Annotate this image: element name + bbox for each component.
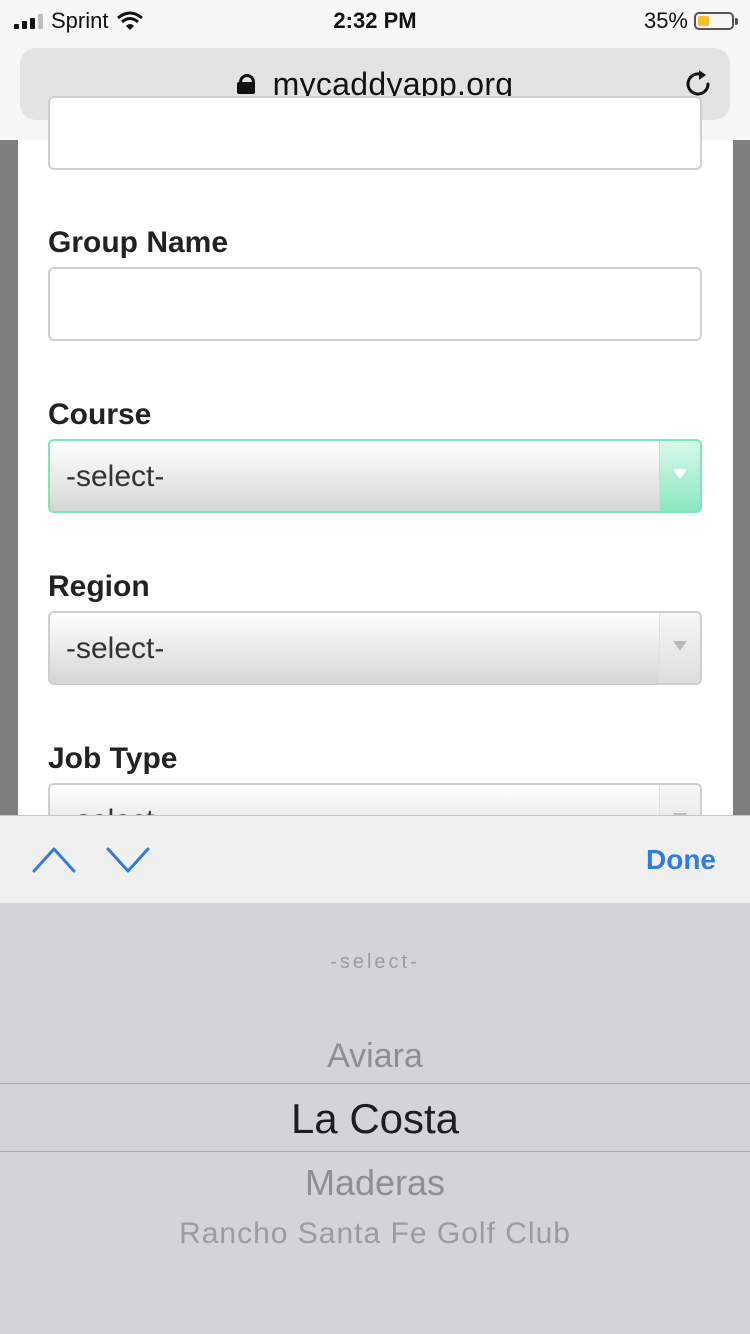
chevron-down-icon [673, 469, 687, 479]
previous-text-field[interactable] [48, 96, 702, 170]
picker-option[interactable]: Aviara [0, 1037, 750, 1076]
course-select-value: -select- [66, 460, 165, 493]
job-type-label: Job Type [48, 742, 178, 775]
group-name-label: Group Name [48, 226, 229, 259]
picker-option-selected[interactable]: La Costa [0, 1095, 750, 1143]
group-name-input[interactable] [48, 267, 702, 341]
status-bar: Sprint 2:32 PM 35% [0, 0, 750, 40]
course-label: Course [48, 398, 152, 431]
done-button[interactable]: Done [646, 844, 716, 876]
region-select[interactable]: -select- [48, 611, 702, 685]
battery-percent: 35% [643, 8, 688, 33]
picker-option[interactable]: -select- [0, 951, 750, 974]
battery-icon [694, 12, 738, 30]
region-dropdown-arrow [659, 613, 700, 683]
region-label: Region [48, 570, 150, 603]
chevron-down-icon [673, 641, 687, 651]
course-dropdown-arrow [659, 441, 700, 511]
battery-group: 35% [643, 8, 738, 34]
lock-icon [236, 74, 255, 94]
battery-fill [698, 16, 709, 26]
form-page: Group Name Course -select- Region -selec… [18, 96, 733, 857]
keyboard-accessory-bar: Done [0, 815, 750, 903]
picker-option[interactable]: Maderas [0, 1162, 750, 1204]
clock: 2:32 PM [333, 8, 417, 33]
previous-field-icon[interactable] [32, 841, 76, 877]
course-select[interactable]: -select- [48, 439, 702, 513]
picker-wheel[interactable]: -select- Aviara La Costa Maderas Rancho … [0, 903, 750, 1334]
next-field-icon[interactable] [106, 841, 150, 877]
picker-option[interactable]: Rancho Santa Fe Golf Club [0, 1217, 750, 1251]
region-select-value: -select- [66, 632, 165, 665]
